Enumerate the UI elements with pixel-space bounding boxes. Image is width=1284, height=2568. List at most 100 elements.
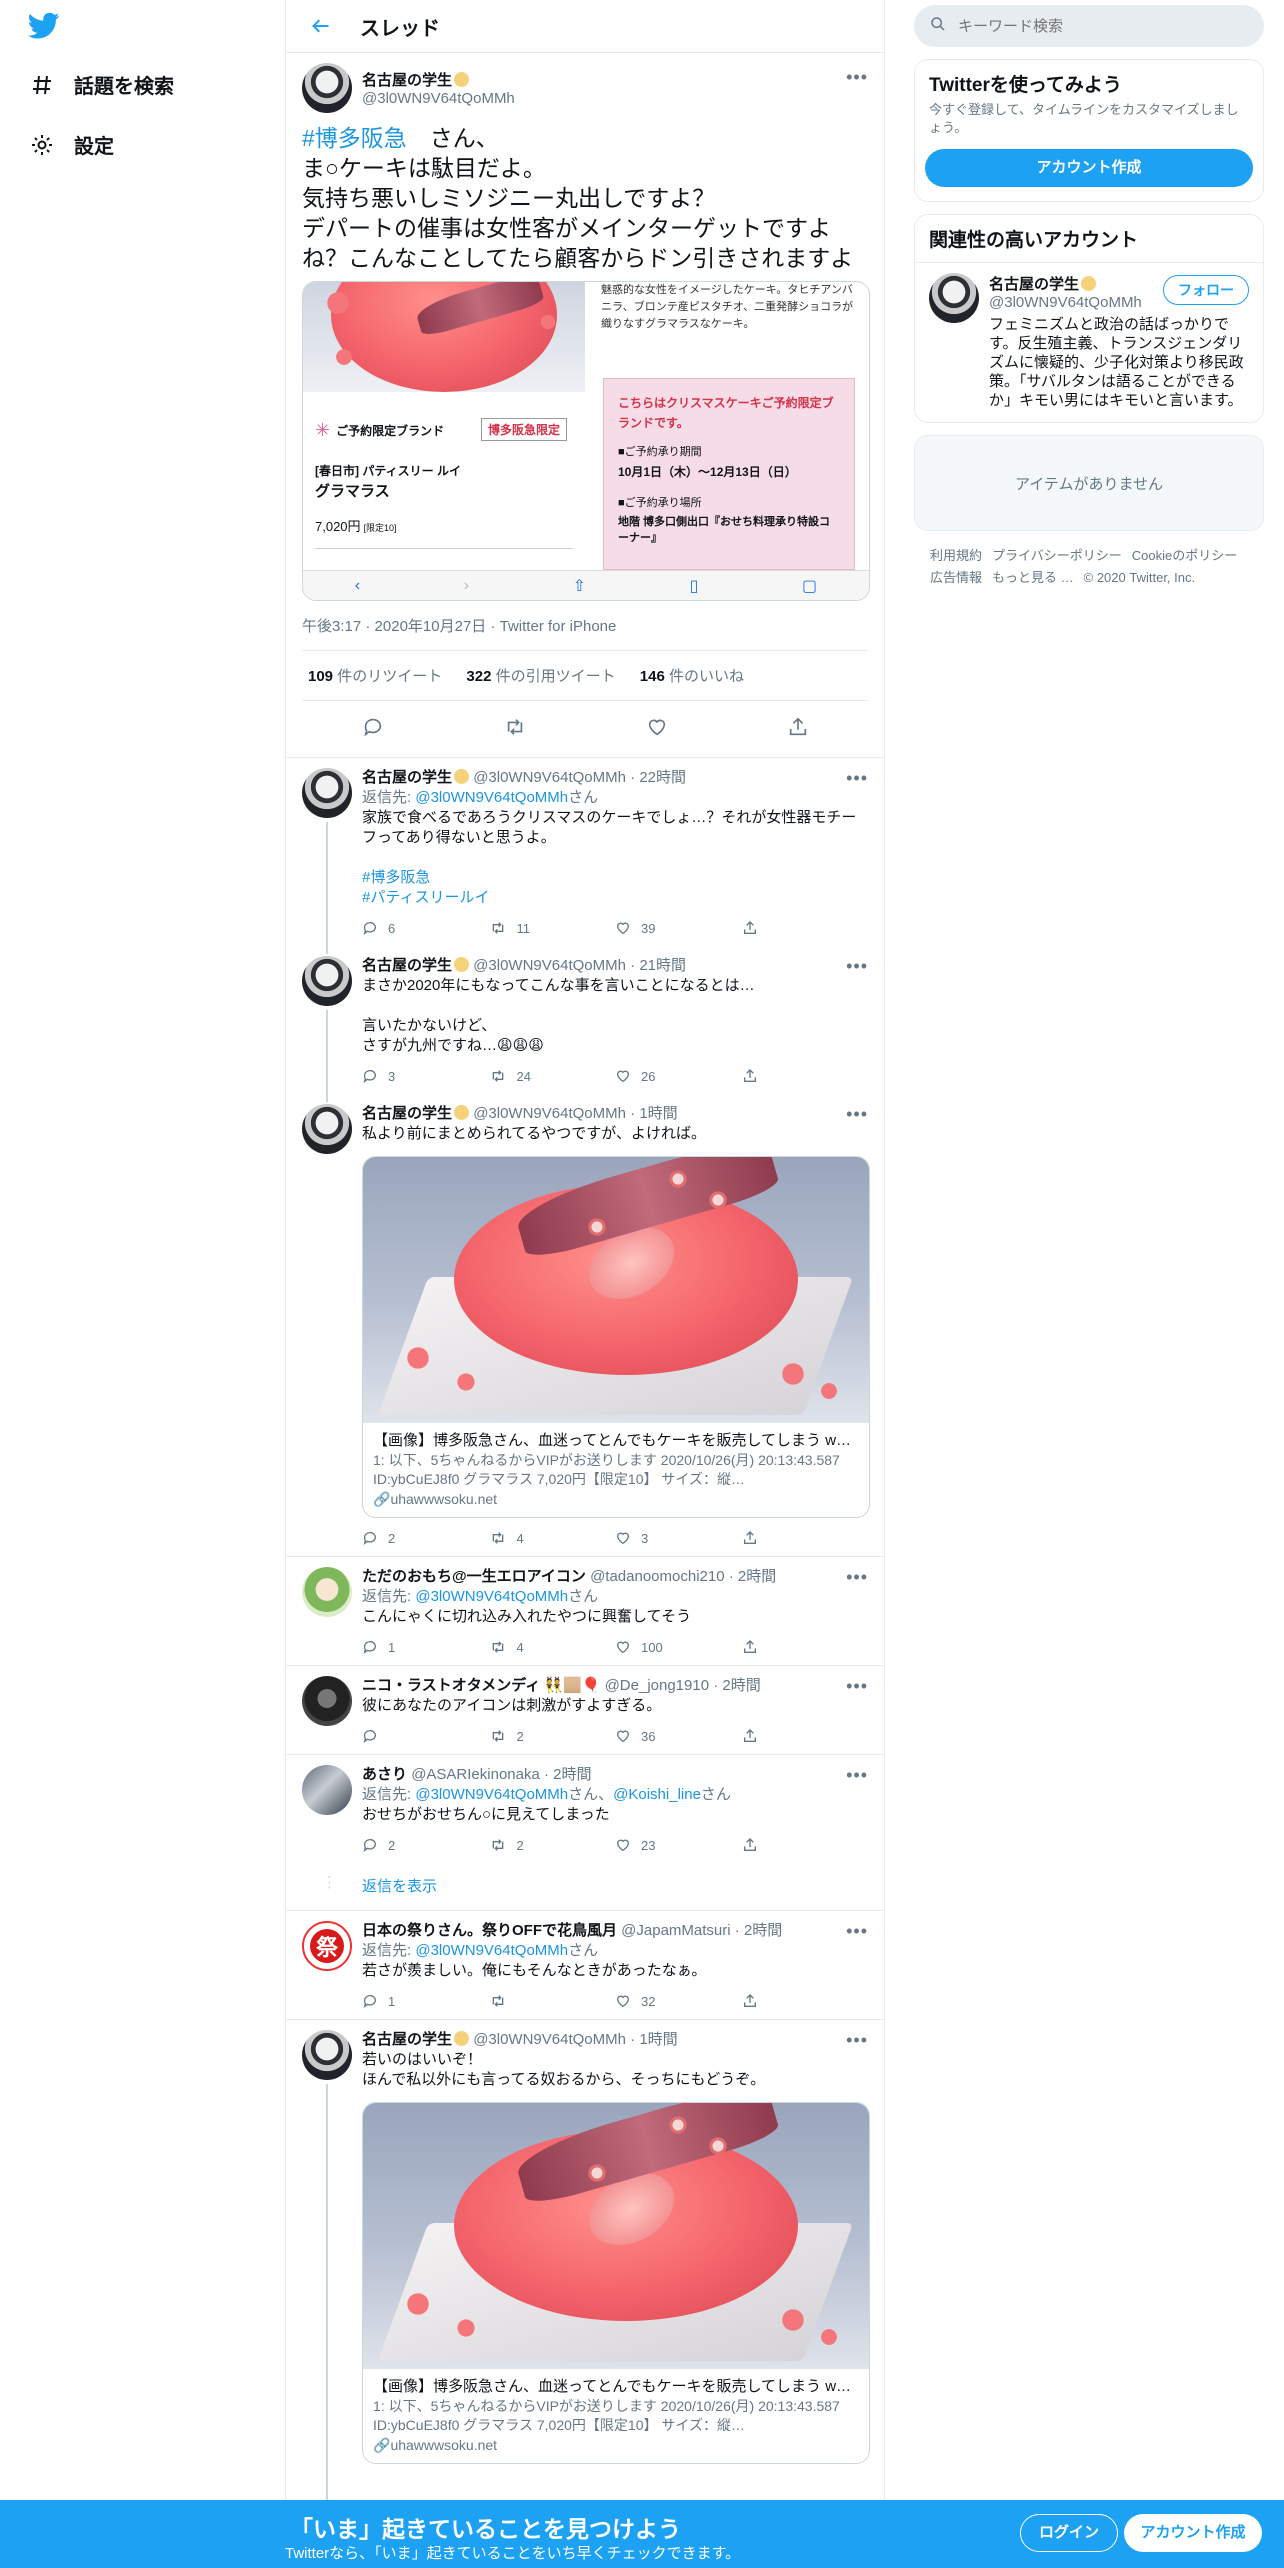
- reply-time[interactable]: 1時間: [639, 1105, 677, 1122]
- share-button[interactable]: [742, 920, 869, 936]
- more-options-icon[interactable]: •••: [846, 67, 868, 88]
- author-name[interactable]: 名古屋の学生: [362, 2031, 452, 2048]
- avatar[interactable]: [302, 1765, 352, 1815]
- reply-button[interactable]: 6: [362, 920, 489, 936]
- author-handle[interactable]: @3l0WN9V64tQoMMh: [473, 769, 626, 786]
- reply-time[interactable]: 2時間: [744, 1922, 782, 1939]
- nav-settings[interactable]: 設定: [28, 130, 114, 159]
- share-button[interactable]: [742, 1530, 869, 1546]
- author-name[interactable]: あさり: [362, 1766, 407, 1783]
- like-icon[interactable]: [646, 716, 668, 743]
- nav-explore[interactable]: 話題を検索: [28, 70, 174, 99]
- reply-time[interactable]: 1時間: [639, 2031, 677, 2048]
- author-name[interactable]: 名古屋の学生: [362, 72, 452, 89]
- like-button[interactable]: 32: [615, 1993, 742, 2009]
- author-handle[interactable]: @De_jong1910: [605, 1677, 709, 1694]
- like-button[interactable]: 3: [615, 1530, 742, 1546]
- author-name[interactable]: 名古屋の学生: [362, 957, 452, 974]
- back-arrow-icon[interactable]: [306, 11, 336, 41]
- author-handle[interactable]: @3l0WN9V64tQoMMh: [473, 957, 626, 974]
- avatar[interactable]: [302, 1676, 352, 1726]
- share-icon[interactable]: [787, 716, 809, 743]
- reply-tweet[interactable]: 名古屋の学生 @3l0WN9V64tQoMMh · 1時間 若いのはいいぞ！ ほ…: [286, 2020, 884, 2568]
- search-box[interactable]: [914, 5, 1264, 47]
- reply-to-handle-link[interactable]: @3l0WN9V64tQoMMh: [415, 1786, 568, 1803]
- share-button[interactable]: [742, 1068, 869, 1084]
- like-button[interactable]: 23: [615, 1837, 742, 1853]
- avatar[interactable]: [302, 2030, 352, 2080]
- link-card[interactable]: 【画像】博多阪急さん、血迷ってとんでもケーキを販売してしまう w… 1: 以下、…: [362, 2102, 870, 2464]
- twitter-logo-icon[interactable]: [27, 12, 64, 42]
- related-name[interactable]: 名古屋の学生: [989, 276, 1079, 293]
- reply-button[interactable]: 3: [362, 1068, 489, 1084]
- login-button[interactable]: ログイン: [1020, 2514, 1119, 2552]
- author-name[interactable]: ただのおもち@一生エロアイコン: [362, 1568, 586, 1585]
- likes-stat[interactable]: 146 件のいいね: [640, 668, 744, 685]
- like-button[interactable]: 100: [615, 1639, 742, 1655]
- avatar[interactable]: [302, 1567, 352, 1617]
- reply-tweet[interactable]: 名古屋の学生 @3l0WN9V64tQoMMh · 1時間 私より前にまとめられ…: [286, 1094, 884, 1557]
- avatar[interactable]: [302, 63, 352, 113]
- reply-time[interactable]: 21時間: [639, 957, 686, 974]
- signup-button[interactable]: アカウント作成: [1124, 2514, 1262, 2552]
- hashtag-link[interactable]: #博多阪急: [302, 125, 407, 151]
- more-options-icon[interactable]: •••: [846, 1676, 868, 1697]
- author-handle[interactable]: @3l0WN9V64tQoMMh: [473, 1105, 626, 1122]
- reply-to-handle-link[interactable]: @3l0WN9V64tQoMMh: [415, 1588, 568, 1605]
- reply-to-handle-link[interactable]: @Koishi_line: [613, 1786, 701, 1803]
- footer-link[interactable]: プライバシーポリシー: [992, 548, 1122, 563]
- reply-icon[interactable]: [362, 716, 384, 743]
- reply-tweet[interactable]: ニコ・ラストオタメンディ 👯🏼🎈 @De_jong1910 · 2時間 彼にあな…: [286, 1666, 884, 1755]
- more-options-icon[interactable]: •••: [846, 956, 868, 977]
- more-options-icon[interactable]: •••: [846, 1765, 868, 1786]
- reply-tweet[interactable]: あさり @ASARIekinonaka · 2時間 返信先: @3l0WN9V6…: [286, 1755, 884, 1863]
- retweet-button[interactable]: 11: [489, 920, 616, 936]
- share-button[interactable]: [742, 1993, 869, 2009]
- reply-time[interactable]: 22時間: [639, 769, 686, 786]
- reply-tweet[interactable]: 名古屋の学生 @3l0WN9V64tQoMMh · 21時間 まさか2020年に…: [286, 946, 884, 1102]
- show-replies-link[interactable]: ⋮ 返信を表示: [286, 1863, 884, 1911]
- reply-tweet[interactable]: 祭 日本の祭りさん。祭りOFFで花鳥風月 @JapamMatsuri · 2時間…: [286, 1911, 884, 2020]
- avatar[interactable]: [302, 956, 352, 1006]
- author-handle[interactable]: @3l0WN9V64tQoMMh: [473, 2031, 626, 2048]
- follow-button[interactable]: フォロー: [1163, 275, 1249, 305]
- share-button[interactable]: [742, 1728, 869, 1744]
- tweet-source[interactable]: Twitter for iPhone: [500, 618, 617, 635]
- reply-to-handle-link[interactable]: @3l0WN9V64tQoMMh: [415, 789, 568, 806]
- link-card[interactable]: 【画像】博多阪急さん、血迷ってとんでもケーキを販売してしまう w… 1: 以下、…: [362, 1156, 870, 1518]
- retweet-button[interactable]: 24: [489, 1068, 616, 1084]
- related-account[interactable]: 名古屋の学生 @3l0WN9V64tQoMMh フェミニズムと政治の話ばっかりで…: [915, 263, 1263, 422]
- footer-link[interactable]: 広告情報: [930, 570, 982, 585]
- share-button[interactable]: [742, 1639, 869, 1655]
- retweet-icon[interactable]: [503, 716, 527, 743]
- reply-tweet[interactable]: ただのおもち@一生エロアイコン @tadanoomochi210 · 2時間 返…: [286, 1557, 884, 1666]
- reply-button[interactable]: 1: [362, 1639, 489, 1655]
- author-handle[interactable]: @JapamMatsuri: [621, 1922, 730, 1939]
- reply-time[interactable]: 2時間: [553, 1766, 591, 1783]
- retweet-button[interactable]: [489, 1993, 616, 2009]
- hashtag-link[interactable]: #博多阪急: [362, 869, 430, 886]
- retweet-button[interactable]: 2: [489, 1728, 616, 1744]
- author-handle[interactable]: @tadanoomochi210: [590, 1568, 725, 1585]
- more-options-icon[interactable]: •••: [846, 1104, 868, 1125]
- retweet-button[interactable]: 4: [489, 1530, 616, 1546]
- main-tweet-author[interactable]: 名古屋の学生 @3l0WN9V64tQoMMh: [302, 63, 868, 113]
- author-name[interactable]: ニコ・ラストオタメンディ: [362, 1677, 540, 1694]
- tweet-time[interactable]: 午後3:17: [302, 618, 361, 635]
- share-button[interactable]: [742, 1837, 869, 1853]
- create-account-button[interactable]: アカウント作成: [925, 149, 1253, 187]
- reply-to-handle-link[interactable]: @3l0WN9V64tQoMMh: [415, 1942, 568, 1959]
- like-button[interactable]: 26: [615, 1068, 742, 1084]
- reply-time[interactable]: 2時間: [738, 1568, 776, 1585]
- like-button[interactable]: 39: [615, 920, 742, 936]
- tweet-date[interactable]: 2020年10月27日: [375, 618, 487, 635]
- reply-button[interactable]: [362, 1728, 489, 1744]
- more-options-icon[interactable]: •••: [846, 1921, 868, 1942]
- quotes-stat[interactable]: 322 件の引用ツイート: [466, 668, 615, 685]
- tweet-image[interactable]: 魅惑的な女性をイメージしたケーキ。タヒチアンバニラ、ブロンテ産ピスタチオ、二重発…: [302, 281, 870, 601]
- like-button[interactable]: 36: [615, 1728, 742, 1744]
- more-options-icon[interactable]: •••: [846, 768, 868, 789]
- author-name[interactable]: 日本の祭りさん。祭りOFFで花鳥風月: [362, 1922, 617, 1939]
- search-input[interactable]: [958, 17, 1238, 35]
- hashtag-link[interactable]: #パティスリールイ: [362, 889, 489, 906]
